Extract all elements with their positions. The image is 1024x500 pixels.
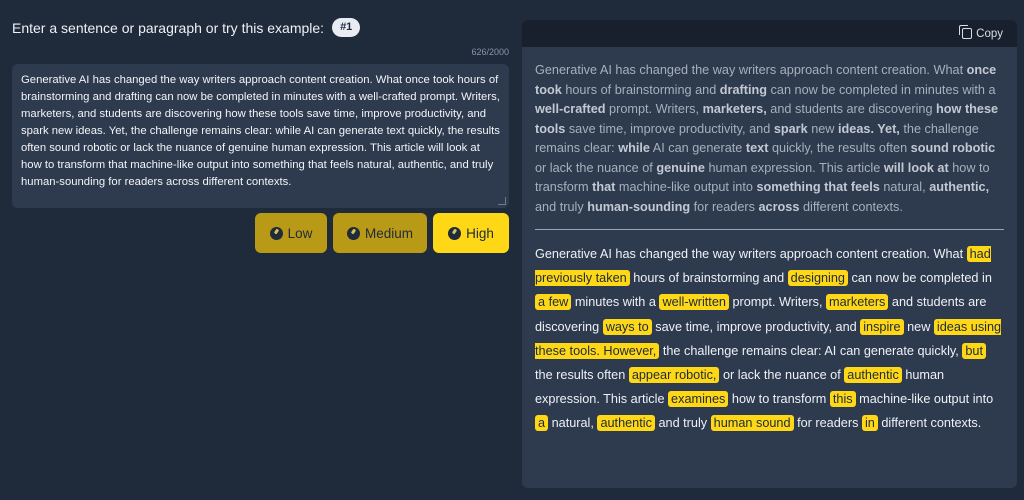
highlighted-replacement[interactable]: but [962, 342, 986, 359]
resize-handle[interactable] [498, 197, 506, 205]
changed-word: while [618, 141, 650, 155]
changed-word: sound robotic [910, 141, 996, 155]
text-segment: and students are discovering [766, 102, 937, 116]
text-segment: prompt. Writers, [728, 295, 826, 310]
changed-word: text [745, 141, 769, 155]
copy-label: Copy [976, 27, 1003, 40]
changed-word: will look at [883, 160, 949, 175]
text-segment: minutes with a [571, 295, 660, 310]
text-segment: save time, improve productivity, and [565, 121, 774, 136]
highlighted-replacement[interactable]: examines [668, 391, 729, 408]
highlighted-replacement[interactable]: inspire [860, 318, 904, 335]
changed-word: across [758, 199, 800, 214]
changed-word: ideas. Yet, [838, 121, 900, 136]
text-segment: different contexts. [799, 199, 903, 214]
output-panel: Copy Generative AI has changed the way w… [522, 20, 1017, 488]
example-badge-button[interactable]: #1 [332, 18, 361, 37]
highlighted-replacement[interactable]: well-written [659, 294, 729, 311]
text-segment: the challenge remains clear: AI can gene… [659, 343, 963, 358]
text-segment: quickly, the results often [768, 141, 911, 155]
gauge-icon [448, 226, 462, 240]
changed-word: authentic, [929, 180, 990, 194]
changed-word: that [592, 180, 616, 194]
text-segment: save time, improve productivity, and [651, 319, 861, 334]
text-segment: new [807, 121, 838, 136]
text-segment: hours of brainstorming and [629, 271, 788, 286]
changed-word: something that feels [756, 180, 880, 194]
text-segment: natural, [548, 416, 598, 431]
highlighted-replacement[interactable]: authentic [844, 367, 902, 384]
highlighted-replacement[interactable]: marketers [826, 294, 889, 311]
input-textarea[interactable]: Generative AI has changed the way writer… [12, 64, 509, 208]
changed-word: drafting [719, 82, 768, 97]
text-segment: Generative AI has changed the way writer… [535, 63, 967, 77]
highlighted-replacement[interactable]: in [861, 415, 878, 432]
text-segment: machine-like output into [615, 180, 757, 194]
changed-word: spark [773, 121, 808, 136]
low-button[interactable]: Low [255, 213, 327, 253]
prompt-row: Enter a sentence or paragraph or try thi… [12, 18, 361, 37]
high-button[interactable]: High [433, 213, 509, 253]
text-segment: and truly [654, 416, 711, 431]
changed-word: human-sounding [587, 199, 691, 214]
char-count: 626/2000 [471, 47, 509, 57]
text-segment: how to transform [728, 392, 830, 407]
text-segment: prompt. Writers, [605, 102, 703, 116]
text-segment: Generative AI has changed the way writer… [535, 247, 967, 261]
text-segment: can now be completed in minutes with a [767, 82, 996, 97]
highlighted-replacement[interactable]: appear robotic, [628, 367, 720, 384]
copy-button[interactable]: Copy [959, 25, 1003, 40]
changed-word: marketers, [702, 102, 767, 116]
highlighted-replacement[interactable]: human sound [710, 415, 794, 432]
gauge-icon [346, 226, 360, 240]
highlighted-replacement[interactable]: authentic [597, 415, 655, 432]
text-segment: and truly [535, 199, 588, 214]
low-button-label: Low [287, 225, 313, 241]
high-button-label: High [466, 225, 494, 241]
text-segment: natural, [879, 180, 930, 194]
highlighted-replacement[interactable]: a [535, 415, 549, 432]
highlighted-replacement[interactable]: this [829, 391, 856, 408]
changed-word: well-crafted [535, 102, 606, 116]
text-segment: different contexts. [877, 416, 982, 431]
text-segment: can now be completed in [848, 271, 992, 286]
text-segment: human expression. This article [704, 160, 884, 175]
text-segment: new [903, 319, 934, 334]
highlighted-replacement[interactable]: a few [535, 294, 572, 311]
text-segment: for readers [690, 199, 759, 214]
text-segment: hours of brainstorming and [561, 82, 720, 97]
changed-word: genuine [656, 160, 705, 175]
rewritten-text: Generative AI has changed the way writer… [522, 230, 1017, 436]
highlighted-replacement[interactable]: ways to [602, 318, 652, 335]
input-text: Generative AI has changed the way writer… [21, 74, 500, 188]
text-segment: machine-like output into [855, 392, 994, 407]
prompt-label: Enter a sentence or paragraph or try thi… [12, 19, 325, 36]
copy-icon [959, 25, 973, 39]
output-header: Copy [522, 20, 1017, 47]
text-segment: or lack the nuance of [719, 368, 845, 383]
medium-button[interactable]: Medium [333, 213, 427, 253]
text-segment: AI can generate [649, 141, 746, 155]
text-segment: or lack the nuance of [535, 160, 657, 175]
medium-button-label: Medium [364, 225, 413, 241]
original-text: Generative AI has changed the way writer… [522, 47, 1017, 217]
text-segment: for readers [793, 416, 862, 431]
text-segment: the results often [535, 368, 629, 383]
highlighted-replacement[interactable]: designing [787, 270, 848, 287]
gauge-icon [269, 226, 283, 240]
